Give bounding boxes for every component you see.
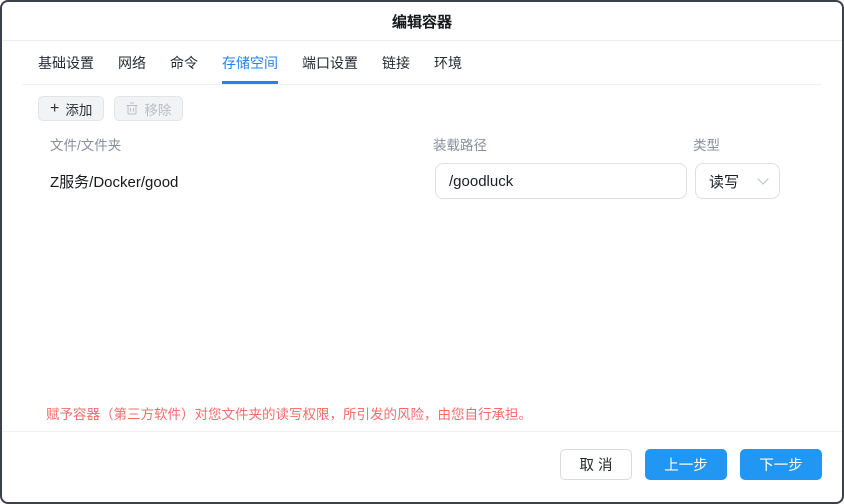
chevron-down-icon (757, 173, 768, 184)
mount-path-input[interactable] (435, 163, 687, 199)
tab-storage[interactable]: 存储空间 (222, 42, 278, 84)
next-step-button[interactable]: 下一步 (740, 449, 822, 480)
tab-bar: 基础设置 网络 命令 存储空间 端口设置 链接 环境 (22, 42, 822, 85)
table-row-file-path[interactable]: Z服务/Docker/good (50, 163, 178, 199)
tab-command[interactable]: 命令 (170, 42, 198, 84)
type-dropdown-value: 读写 (709, 171, 739, 192)
tab-network[interactable]: 网络 (118, 42, 146, 84)
column-header-file: 文件/文件夹 (50, 134, 121, 154)
add-button[interactable]: + 添加 (38, 96, 104, 121)
dialog-title: 编辑容器 (392, 11, 452, 32)
add-button-label: 添加 (65, 99, 92, 119)
column-header-mount-path: 装载路径 (433, 134, 487, 154)
trash-icon (126, 102, 138, 115)
plus-icon: + (50, 101, 59, 117)
permission-warning-text: 赋予容器（第三方软件）对您文件夹的读写权限，所引发的风险，由您自行承担。 (46, 403, 532, 423)
type-dropdown[interactable]: 读写 (695, 163, 780, 199)
storage-toolbar: + 添加 移除 (38, 96, 183, 121)
tab-environment[interactable]: 环境 (434, 42, 462, 84)
footer-buttons: 取 消 上一步 下一步 (560, 449, 822, 480)
edit-container-dialog: 编辑容器 基础设置 网络 命令 存储空间 端口设置 链接 环境 + 添加 移 (0, 0, 844, 504)
remove-button-label: 移除 (144, 99, 171, 119)
remove-button[interactable]: 移除 (114, 96, 183, 121)
column-header-type: 类型 (693, 134, 720, 154)
dialog-footer: 取 消 上一步 下一步 (2, 431, 842, 502)
previous-step-button[interactable]: 上一步 (645, 449, 727, 480)
tab-port-settings[interactable]: 端口设置 (302, 42, 358, 84)
cancel-button[interactable]: 取 消 (560, 449, 632, 480)
tab-basic-settings[interactable]: 基础设置 (38, 42, 94, 84)
dialog-header: 编辑容器 (2, 2, 842, 41)
tab-links[interactable]: 链接 (382, 42, 410, 84)
